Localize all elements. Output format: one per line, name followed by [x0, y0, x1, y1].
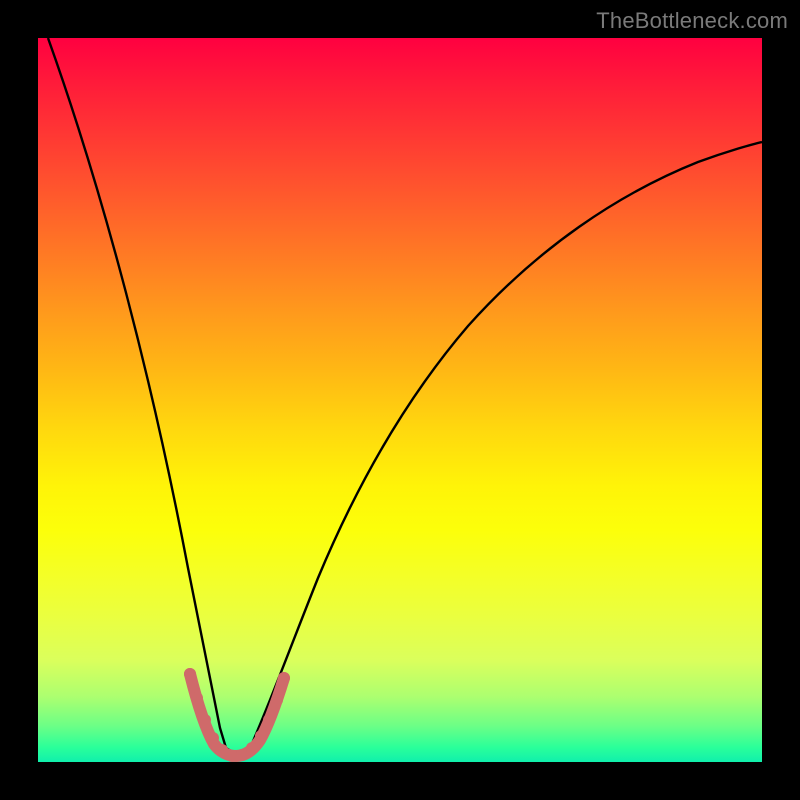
plot-area	[38, 38, 762, 762]
bottleneck-curve	[48, 38, 762, 754]
curve-layer	[38, 38, 762, 762]
watermark-text: TheBottleneck.com	[596, 8, 788, 34]
chart-frame: TheBottleneck.com	[0, 0, 800, 800]
